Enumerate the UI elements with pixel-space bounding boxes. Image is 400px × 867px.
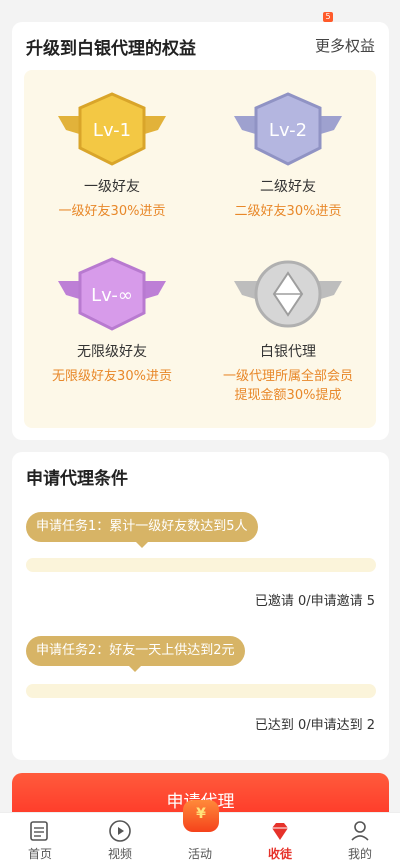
more-benefits-link[interactable]: 更多权益 (315, 35, 375, 56)
benefit-name: 一级好友 (84, 179, 140, 195)
conditions-card: 申请代理条件 申请任务1：累计一级好友数达到5人 已邀请 0/申请邀请 5 申请… (12, 452, 389, 760)
benefits-title: 升级到白银代理的权益 (26, 39, 196, 59)
svg-text:Lv-∞: Lv-∞ (91, 285, 133, 306)
task-2-status: 已达到 0/申请达到 2 (254, 718, 375, 733)
benefit-desc: 无限级好友30%进贡 (52, 369, 172, 384)
play-icon (109, 820, 131, 842)
tab-recruit[interactable]: 收徒 (240, 813, 320, 867)
benefit-desc: 一级好友30%进贡 (58, 204, 166, 219)
activity-redpacket-icon[interactable]: ¥ (183, 800, 219, 832)
notification-badge: 5 (323, 12, 333, 22)
task-1-status: 已邀请 0/申请邀请 5 (254, 594, 375, 609)
task-1-label: 申请任务1：累计一级好友数达到5人 (26, 512, 258, 548)
diamond-icon (272, 823, 288, 840)
level2-badge-icon: Lv-2 (228, 90, 348, 168)
benefit-desc: 二级好友30%进贡 (234, 204, 342, 219)
tab-me[interactable]: 我的 (320, 813, 400, 867)
benefit-item-unlimited: Lv-∞ 无限级好友 无限级好友30%进贡 (24, 255, 200, 386)
benefit-name: 二级好友 (260, 179, 316, 195)
benefit-item-level2: Lv-2 二级好友 二级好友30%进贡 (200, 90, 376, 221)
tab-label: 视频 (107, 847, 132, 861)
tab-label: 活动 (187, 847, 212, 861)
benefit-desc: 一级代理所属全部会员提现金额30%提成 (222, 369, 353, 403)
news-icon (30, 821, 48, 841)
tab-home[interactable]: 首页 (0, 813, 80, 867)
svg-text:Lv-1: Lv-1 (93, 120, 131, 141)
tab-label: 收徒 (267, 847, 292, 861)
unlimited-badge-icon: Lv-∞ (52, 255, 172, 333)
tab-video[interactable]: 视频 (80, 813, 160, 867)
benefit-item-level1: Lv-1 一级好友 一级好友30%进贡 (24, 90, 200, 221)
status-bar: 5 (0, 0, 400, 22)
tab-label: 我的 (347, 847, 372, 861)
benefit-name: 无限级好友 (77, 344, 147, 360)
task-2-progress-track (26, 684, 376, 698)
tab-label: 首页 (27, 847, 52, 861)
conditions-title: 申请代理条件 (26, 469, 128, 489)
silver-agent-badge-icon (228, 255, 348, 333)
benefits-card: 升级到白银代理的权益 更多权益 Lv-1 一级好友 一级好友30%进贡 Lv-2… (12, 22, 389, 440)
task-2-label: 申请任务2：好友一天上供达到2元 (26, 636, 245, 672)
level1-badge-icon: Lv-1 (52, 90, 172, 168)
benefit-name: 白银代理 (260, 344, 316, 360)
activity-symbol: ¥ (196, 806, 206, 822)
task-1-progress-track (26, 558, 376, 572)
benefit-panel: Lv-1 一级好友 一级好友30%进贡 Lv-2 二级好友 二级好友30%进贡 (24, 70, 376, 428)
benefit-item-silver-agent: 白银代理 一级代理所属全部会员提现金额30%提成 (200, 255, 376, 405)
svg-text:Lv-2: Lv-2 (269, 120, 307, 141)
user-icon (351, 821, 369, 841)
